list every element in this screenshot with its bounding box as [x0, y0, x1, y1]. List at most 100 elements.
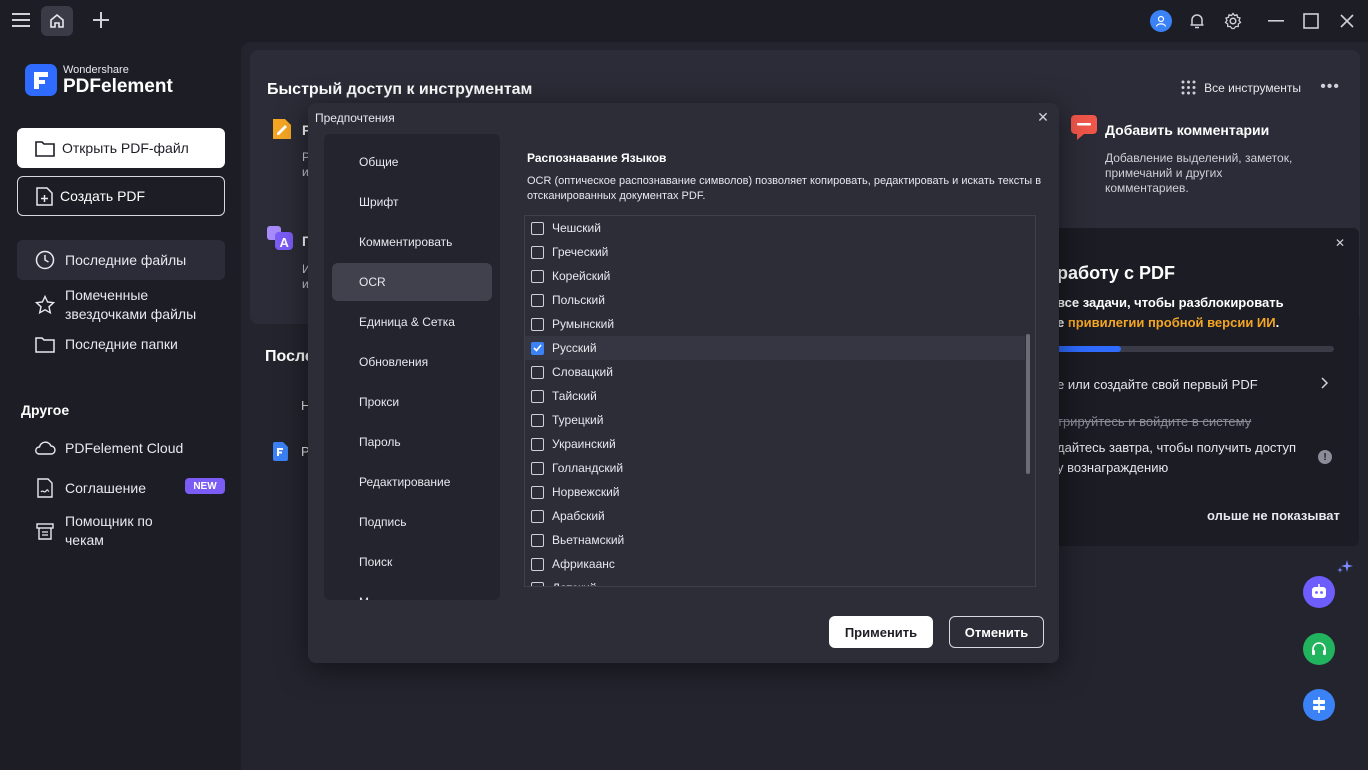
preferences-nav: Общие Шрифт Комментировать OCR Единица &… [324, 134, 500, 600]
pref-nav-search[interactable]: Поиск [332, 543, 492, 581]
tool-3-desc: Добавление выделений, заметок, примечани… [1105, 151, 1293, 195]
pref-nav-font[interactable]: Шрифт [332, 183, 492, 221]
checkbox[interactable] [531, 221, 544, 235]
dialog-close-icon[interactable]: ✕ [1035, 109, 1051, 125]
new-tab-icon[interactable] [90, 9, 112, 31]
language-row[interactable]: Африкаанс [525, 552, 1025, 576]
minimize-icon[interactable] [1265, 10, 1287, 32]
settings-gear-icon[interactable] [1222, 10, 1244, 32]
checkbox[interactable] [531, 389, 544, 403]
nav-receipt-assistant[interactable]: Помощник по чекам [17, 510, 225, 552]
cancel-button[interactable]: Отменить [949, 616, 1044, 648]
pref-nav-comment[interactable]: Комментировать [332, 223, 492, 261]
apply-button[interactable]: Применить [829, 616, 933, 648]
checkbox[interactable] [531, 581, 544, 586]
nav-recent-files[interactable]: Последние файлы [17, 240, 225, 280]
promo-subtitle-suffix: . [1275, 315, 1280, 330]
open-pdf-button[interactable]: Открыть PDF-файл [17, 128, 225, 168]
checkbox[interactable] [531, 365, 544, 379]
nav-starred-files[interactable]: Помеченные звездочками файлы [17, 284, 225, 326]
pref-nav-ocr[interactable]: OCR [332, 263, 492, 301]
language-row[interactable]: Украинский [525, 432, 1025, 456]
tool-3-title: Добавить комментарии [1105, 122, 1270, 138]
language-row[interactable]: Вьетнамский [525, 528, 1025, 552]
info-icon[interactable]: ! [1318, 450, 1332, 464]
pref-nav-password[interactable]: Пароль [332, 423, 492, 461]
checkbox[interactable] [531, 413, 544, 427]
checkbox[interactable] [531, 461, 544, 475]
language-row[interactable]: Тайский [525, 384, 1025, 408]
language-row[interactable]: Датский [525, 576, 1025, 586]
language-label: Вьетнамский [552, 533, 625, 547]
language-label: Турецкий [552, 413, 604, 427]
pref-nav-general[interactable]: Общие [332, 143, 492, 181]
language-row[interactable]: Голландский [525, 456, 1025, 480]
preferences-dialog: Предпочтения ✕ Общие Шрифт Комментироват… [308, 103, 1059, 663]
language-label: Румынский [552, 317, 615, 331]
language-row[interactable]: Румынский [525, 312, 1025, 336]
checkbox[interactable] [531, 557, 544, 571]
pref-nav-proxy[interactable]: Прокси [332, 383, 492, 421]
support-headset-icon[interactable] [1303, 633, 1335, 665]
promo-subtitle-line1: все задачи, чтобы разблокировать [1057, 295, 1284, 310]
signpost-guide-icon[interactable] [1303, 689, 1335, 721]
pref-nav-editing[interactable]: Редактирование [332, 463, 492, 501]
more-options-icon[interactable]: ••• [1320, 78, 1340, 96]
checkbox[interactable] [531, 485, 544, 499]
comment-tool-icon[interactable] [1071, 115, 1099, 141]
agreement-document-icon [33, 478, 57, 498]
translate-tool-icon[interactable]: A [267, 226, 295, 252]
checkbox[interactable] [531, 317, 544, 331]
menu-icon[interactable] [10, 9, 32, 31]
language-row[interactable]: Чешский [525, 216, 1025, 240]
ai-assistant-fab-icon[interactable] [1303, 576, 1335, 608]
language-label: Корейский [552, 269, 611, 283]
language-label: Словацкий [552, 365, 613, 379]
home-icon[interactable] [41, 6, 73, 36]
checkbox[interactable] [531, 533, 544, 547]
receipt-printer-icon [33, 521, 57, 541]
checkbox[interactable] [531, 437, 544, 451]
language-row[interactable]: Арабский [525, 504, 1025, 528]
pref-nav-signature[interactable]: Подпись [332, 503, 492, 541]
checkbox[interactable] [531, 509, 544, 523]
pref-nav-units-grid[interactable]: Единица & Сетка [332, 303, 492, 341]
language-row[interactable]: Русский [525, 336, 1025, 360]
maximize-icon[interactable] [1300, 10, 1322, 32]
language-row[interactable]: Корейский [525, 264, 1025, 288]
close-window-icon[interactable] [1336, 10, 1358, 32]
logo-name: PDFelement [63, 75, 173, 97]
checkbox-checked[interactable] [531, 341, 544, 355]
nav-pdfelement-cloud[interactable]: PDFelement Cloud [17, 436, 225, 460]
nav-receipt-label: Помощник по чекам [65, 513, 153, 548]
nav-recent-folders-label: Последние папки [65, 336, 178, 352]
checkbox[interactable] [531, 269, 544, 283]
chevron-right-icon[interactable] [1321, 376, 1329, 392]
language-label: Чешский [552, 221, 601, 235]
language-row[interactable]: Норвежский [525, 480, 1025, 504]
clock-icon [33, 250, 57, 270]
language-list-scrollbar[interactable] [1026, 334, 1030, 474]
language-row[interactable]: Словацкий [525, 360, 1025, 384]
nav-recent-folders[interactable]: Последние папки [17, 332, 225, 356]
promo-progress-bar [1057, 346, 1334, 352]
all-tools-button[interactable]: Все инструменты [1181, 80, 1301, 95]
language-row[interactable]: Греческий [525, 240, 1025, 264]
dont-show-again-link[interactable]: ольше не показыват [1207, 508, 1340, 523]
language-label: Датский [552, 581, 597, 586]
account-avatar-icon[interactable] [1150, 10, 1172, 32]
promo-highlight: привилегии пробной версии ИИ [1067, 315, 1276, 330]
notification-bell-icon[interactable] [1186, 10, 1208, 32]
edit-tool-icon[interactable] [271, 117, 293, 141]
language-row[interactable]: Польский [525, 288, 1025, 312]
pref-nav-more[interactable]: М [332, 583, 492, 600]
checkbox[interactable] [531, 293, 544, 307]
promo-close-icon[interactable]: ✕ [1335, 236, 1345, 250]
recent-section-title: После [265, 348, 314, 365]
language-row[interactable]: Турецкий [525, 408, 1025, 432]
create-pdf-button[interactable]: Создать PDF [17, 176, 225, 216]
promo-task-create-pdf[interactable]: е или создайте свой первый PDF [1057, 377, 1258, 392]
checkbox[interactable] [531, 245, 544, 259]
pref-nav-updates[interactable]: Обновления [332, 343, 492, 381]
language-list[interactable]: Чешский Греческий Корейский Польский Румынск… [524, 215, 1036, 587]
